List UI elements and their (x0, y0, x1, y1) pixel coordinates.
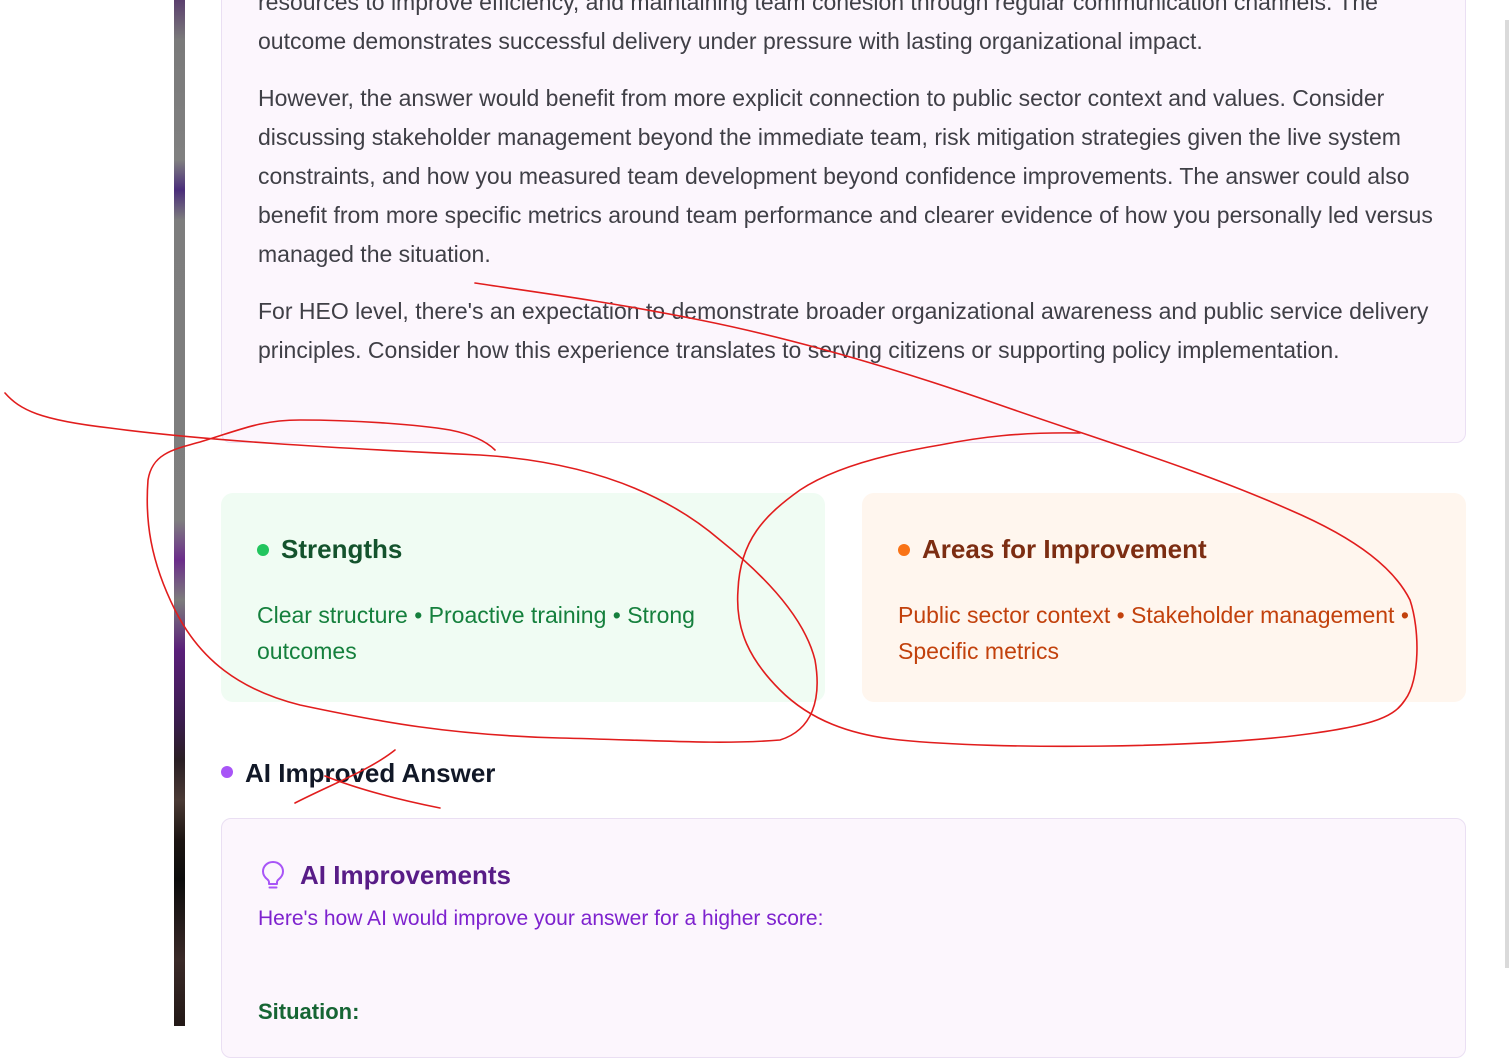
improvement-text: Public sector context • Stakeholder mana… (898, 602, 1409, 664)
feedback-paragraph: For HEO level, there's an expectation to… (258, 298, 1429, 363)
ai-improvements-card (221, 818, 1466, 1058)
strengths-title: Strengths (281, 534, 403, 564)
scrollbar[interactable] (1505, 20, 1509, 968)
improvement-dot-icon (898, 544, 910, 556)
feedback-paragraph: However, the answer would benefit from m… (258, 85, 1433, 267)
situation-label: Situation: (258, 999, 360, 1024)
feedback-paragraph: resources to improve efficiency, and mai… (258, 0, 1378, 54)
background-window-edge (174, 0, 185, 1026)
ai-section-dot-icon (221, 766, 233, 778)
ai-improvements-title: AI Improvements (300, 860, 511, 890)
strengths-dot-icon (257, 544, 269, 556)
ai-improvements-subtitle: Here's how AI would improve your answer … (258, 907, 824, 930)
ai-section-title: AI Improved Answer (245, 758, 496, 788)
strengths-text: Clear structure • Proactive training • S… (257, 602, 695, 664)
lightbulb-icon (260, 860, 286, 895)
improvement-title: Areas for Improvement (922, 534, 1207, 564)
